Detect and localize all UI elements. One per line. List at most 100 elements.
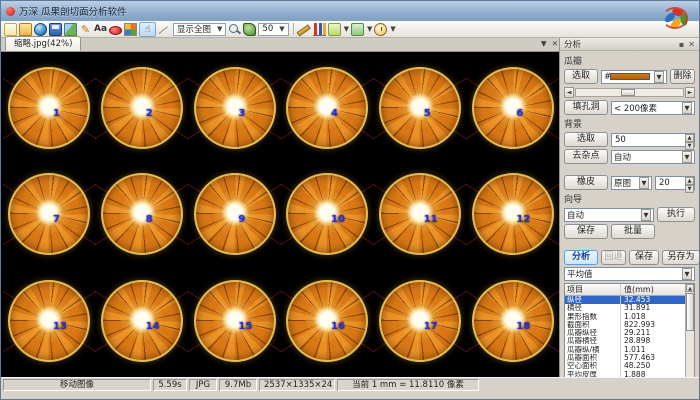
table-row[interactable]: 横径31.891: [565, 304, 685, 312]
save-icon[interactable]: [49, 23, 62, 36]
chevron-down-icon: ▼: [639, 177, 649, 189]
wizard-batch-button[interactable]: 批量: [611, 224, 655, 239]
orange-slice[interactable]: 6: [466, 55, 559, 161]
row-label: 果形指数: [565, 313, 621, 321]
row-label: 横径: [565, 304, 621, 312]
slider-left-arrow-icon[interactable]: ◄: [564, 87, 574, 98]
slider-thumb[interactable]: [621, 89, 635, 96]
zoom-icon[interactable]: [228, 23, 241, 36]
line-tool-icon[interactable]: [158, 23, 171, 36]
segment-select-button[interactable]: 选取: [564, 69, 598, 84]
orange-slice-image: [472, 67, 554, 149]
orange-slice[interactable]: 2: [96, 55, 189, 161]
orange-slice[interactable]: 14: [96, 268, 189, 374]
eraser-size-spinner[interactable]: 20 ▲▼: [655, 176, 695, 190]
document-tab[interactable]: 缩略.jpg(42%): [5, 36, 81, 51]
eraser-button[interactable]: 橡皮: [564, 175, 608, 190]
table-row[interactable]: 瓜瓣面积577.463: [565, 354, 685, 362]
slice-number-label: 2: [146, 108, 153, 119]
wizard-run-button[interactable]: 执行: [657, 207, 695, 222]
history-icon[interactable]: [374, 23, 387, 36]
orange-slice[interactable]: 1: [3, 55, 96, 161]
fit-view-select[interactable]: 显示全图 ▼: [173, 23, 226, 36]
zoom-level-select[interactable]: 50 ▼: [258, 23, 288, 36]
slice-number-label: 7: [53, 214, 60, 225]
orange-slice[interactable]: 9: [188, 161, 281, 267]
slider-right-arrow-icon[interactable]: ►: [685, 87, 695, 98]
text-icon[interactable]: Aa: [94, 23, 107, 36]
palette-icon[interactable]: [124, 23, 137, 36]
new-icon[interactable]: [4, 23, 17, 36]
image-icon[interactable]: [64, 23, 77, 36]
row-value: 577.463: [621, 354, 685, 362]
slice-number-label: 18: [516, 321, 530, 332]
tab-collapse-icon[interactable]: ▼: [541, 39, 547, 48]
tab-close-icon[interactable]: ✕: [552, 39, 558, 48]
stat-mode-select[interactable]: 平均值 ▼: [564, 267, 695, 281]
chart-icon[interactable]: [313, 23, 326, 36]
spinner-down-icon[interactable]: ▼: [685, 185, 694, 193]
orange-slice[interactable]: 17: [374, 268, 467, 374]
background-threshold-spinner[interactable]: 50 ▲▼: [611, 133, 695, 147]
orange-slice[interactable]: 5: [374, 55, 467, 161]
spinner-up-icon[interactable]: ▲: [685, 134, 694, 142]
fill-holes-button[interactable]: 填孔洞: [564, 100, 608, 115]
row-label: 瓜瓣横径: [565, 337, 621, 345]
hand-tool-button[interactable]: ☝: [139, 22, 156, 37]
orange-slice[interactable]: 12: [466, 161, 559, 267]
orange-slice[interactable]: 18: [466, 268, 559, 374]
table-row[interactable]: 瓜瓣纵径29.211: [565, 329, 685, 337]
section-guaban-label: 瓜瓣: [564, 54, 695, 67]
pin-icon[interactable]: ▪: [679, 40, 684, 49]
orange-slice[interactable]: 3: [188, 55, 281, 161]
table-row[interactable]: 果形指数1.018: [565, 313, 685, 321]
chevron-down-icon[interactable]: ▼: [367, 25, 372, 33]
table-row[interactable]: 截面积822.993: [565, 321, 685, 329]
layer-icon[interactable]: [328, 23, 341, 36]
open-icon[interactable]: [19, 23, 32, 36]
wizard-save-button[interactable]: 保存: [564, 224, 608, 239]
tolerance-slider[interactable]: ◄ ►: [564, 86, 695, 98]
orange-grid[interactable]: 123456789101112131415161718: [1, 52, 561, 377]
fill-holes-size-select[interactable]: < 200像素 ▼: [611, 101, 695, 115]
layer2-icon[interactable]: [351, 23, 364, 36]
scroll-thumb[interactable]: [686, 293, 694, 331]
background-select-button[interactable]: 选取: [564, 132, 608, 147]
table-row[interactable]: 瓜瓣横径28.898: [565, 337, 685, 345]
spinner-up-icon[interactable]: ▲: [685, 177, 694, 185]
chevron-down-icon[interactable]: ▼: [390, 25, 395, 33]
globe-icon[interactable]: [34, 23, 47, 36]
pencil-icon[interactable]: ✎: [79, 23, 92, 36]
slider-track[interactable]: [575, 88, 684, 97]
segment-color-select[interactable]: #1 ▼: [601, 70, 667, 84]
orange-slice[interactable]: 16: [281, 268, 374, 374]
table-row[interactable]: 瓜瓣纵/横1.011: [565, 346, 685, 354]
spinner-down-icon[interactable]: ▼: [685, 142, 694, 150]
orange-slice[interactable]: 7: [3, 161, 96, 267]
picker-icon[interactable]: [243, 23, 256, 36]
panel-close-icon[interactable]: ✕: [688, 40, 695, 49]
scroll-up-icon[interactable]: ▲: [686, 284, 694, 292]
orange-slice[interactable]: 4: [281, 55, 374, 161]
orange-slice[interactable]: 8: [96, 161, 189, 267]
orange-slice[interactable]: 15: [188, 268, 281, 374]
analyze-button[interactable]: 分析: [564, 250, 598, 265]
save-button[interactable]: 保存: [629, 250, 659, 265]
table-row[interactable]: 空心面积48.250: [565, 362, 685, 370]
wizard-preset-select[interactable]: 自动 ▼: [564, 208, 654, 222]
chevron-down-icon[interactable]: ▼: [344, 25, 349, 33]
status-hint: 移动图像: [3, 379, 151, 391]
ellipse-icon[interactable]: [109, 26, 122, 35]
slice-number-label: 12: [516, 214, 530, 225]
table-row[interactable]: 纵径32.453: [565, 296, 685, 304]
orange-slice[interactable]: 13: [3, 268, 96, 374]
orange-slice[interactable]: 10: [281, 161, 374, 267]
orange-slice[interactable]: 11: [374, 161, 467, 267]
denoise-mode-select[interactable]: 自动 ▼: [611, 150, 695, 164]
eraser-layer-select[interactable]: 原图 ▼: [611, 176, 652, 190]
title-bar[interactable]: 万深 瓜果剖切面分析软件: [1, 1, 699, 21]
measure-icon[interactable]: [298, 23, 311, 36]
denoise-button[interactable]: 去杂点: [564, 149, 608, 164]
save-as-button[interactable]: 另存为: [662, 250, 700, 265]
segment-delete-button[interactable]: 删除: [670, 69, 695, 84]
